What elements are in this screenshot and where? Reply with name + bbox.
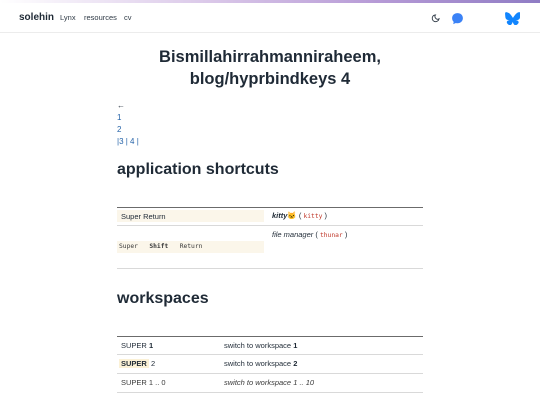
- cat-emoji: 🐱: [287, 211, 297, 220]
- app-name: kitty: [272, 211, 288, 220]
- ws-key-range: SUPER 1 .. 0: [121, 378, 166, 387]
- nav-link-lynx[interactable]: Lynx: [60, 13, 76, 22]
- key-shift: Shift: [149, 243, 169, 250]
- desc: switch to workspace: [224, 359, 292, 368]
- shortcut-app-file-manager: file manager ( thunar ): [272, 230, 347, 239]
- ws-desc-2: switch to workspace 2: [224, 359, 297, 368]
- ws-desc-range: switch to workspace 1 .. 10: [224, 378, 315, 387]
- ws-key-super-2: SUPER 2: [119, 359, 155, 368]
- command-kitty: kitty: [303, 213, 323, 220]
- ws-key-super-1: SUPER 1: [121, 341, 153, 350]
- bluesky-butterfly-icon[interactable]: [505, 12, 520, 25]
- row-divider: [117, 373, 423, 374]
- row-divider: [117, 225, 423, 226]
- shortcut-key-super-return: Super Return: [121, 212, 166, 221]
- moon-icon[interactable]: [431, 14, 440, 23]
- top-navigation: solehin Lynx resources cv: [0, 3, 540, 33]
- pager-back-arrow[interactable]: ←: [117, 100, 125, 112]
- pager-page-2[interactable]: 2: [117, 124, 121, 136]
- row-divider: [117, 392, 423, 393]
- table-bottom-rule: [117, 268, 423, 269]
- desc: switch to workspace: [224, 341, 292, 350]
- paren-close: ): [324, 211, 328, 220]
- table-top-rule: [117, 207, 423, 208]
- nav-link-resources[interactable]: resources: [84, 13, 117, 22]
- shortcut-app-kitty: kitty🐱 ( kitty ): [272, 211, 327, 220]
- app-name: file manager: [272, 230, 314, 239]
- key-mod: SUPER: [121, 341, 147, 350]
- target: 1: [293, 341, 298, 350]
- page-title-line-2: blog/hyprbindkeys 4: [189, 70, 351, 88]
- ws-desc-1: switch to workspace 1: [224, 341, 297, 350]
- ws-table-top-rule: [117, 336, 423, 337]
- section-heading-application-shortcuts: application shortcuts: [117, 161, 279, 178]
- shortcut-key-super-shift-return: Super Shift Return: [119, 243, 202, 250]
- key-super: Super: [119, 243, 138, 250]
- pager-page-1[interactable]: 1: [117, 112, 121, 124]
- page-title-line-1: Bismillahirrahmanniraheem,: [159, 48, 381, 66]
- key-mod: SUPER: [119, 359, 149, 368]
- key-num: 1: [148, 341, 154, 350]
- paren-close: ): [344, 230, 348, 239]
- paren-open: (: [315, 230, 318, 239]
- pager-pages-3-4[interactable]: |3 | 4 |: [117, 136, 139, 148]
- nav-link-cv[interactable]: cv: [124, 13, 132, 22]
- site-brand-link[interactable]: solehin: [19, 12, 54, 23]
- section-heading-workspaces: workspaces: [117, 290, 209, 307]
- command-thunar: thunar: [319, 232, 343, 239]
- key-num: 2: [150, 359, 156, 368]
- key-return: Return: [179, 243, 203, 250]
- paren-open: (: [298, 211, 302, 220]
- target: 2: [293, 359, 298, 368]
- row-divider: [117, 354, 423, 355]
- chat-bubble-icon[interactable]: [451, 12, 464, 25]
